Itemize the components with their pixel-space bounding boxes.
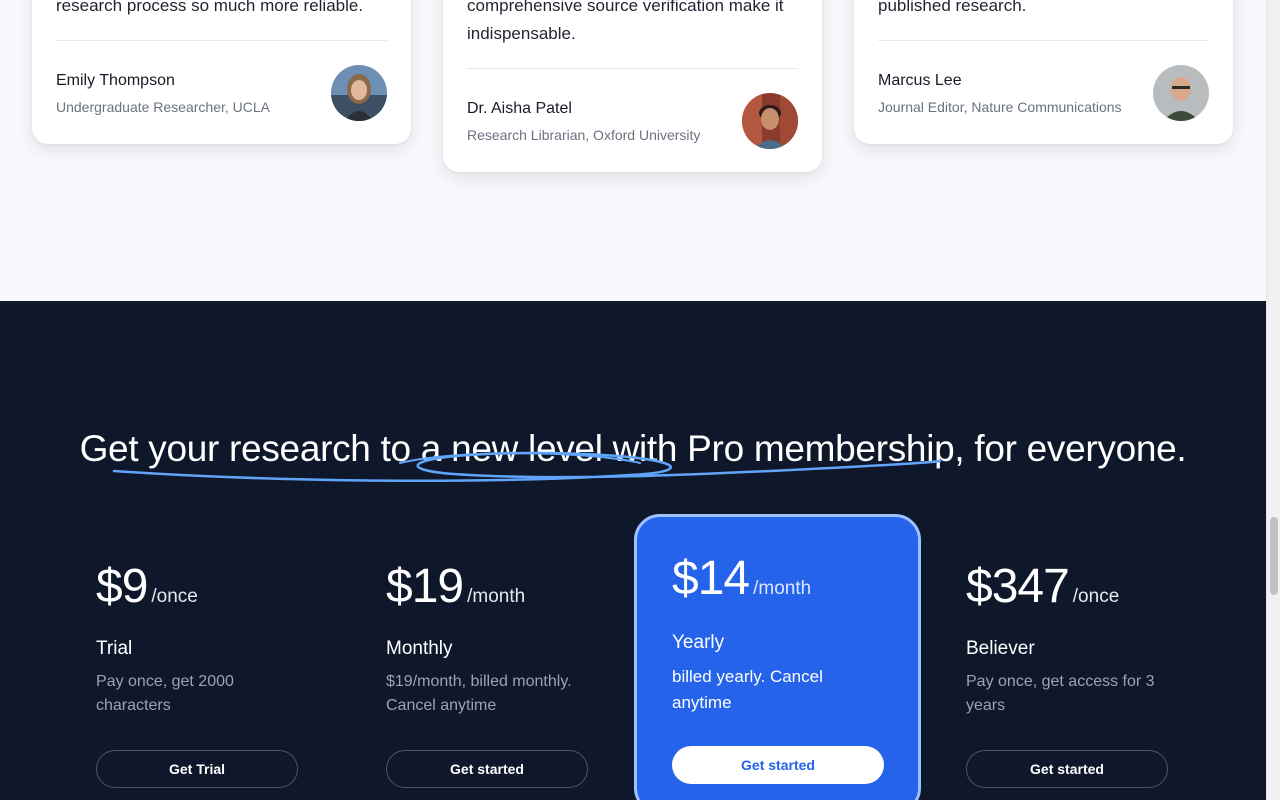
- plan-description: Pay once, get 2000 characters: [96, 673, 234, 714]
- pricing-headline-wrapper: Get your research to a new level with Pr…: [0, 428, 1266, 470]
- plan-price: $9/once: [96, 559, 198, 614]
- plan-price-amount: $19: [386, 560, 464, 613]
- testimonial-author-name: Marcus Lee: [878, 72, 962, 89]
- avatar-aisha-icon: [742, 93, 798, 149]
- plan-description: billed yearly. Cancel anytime: [672, 667, 823, 712]
- testimonial-author-role: Undergraduate Researcher, UCLA: [56, 99, 271, 115]
- avatar-emily-icon: [331, 65, 387, 121]
- testimonials-section: research process so much more reliable. …: [0, 0, 1266, 301]
- plan-price-period: /once: [151, 586, 198, 607]
- plan-price: $19/month: [386, 559, 525, 614]
- testimonial-quote: published research.: [878, 0, 1027, 15]
- plan-description: $19/month, billed monthly. Cancel anytim…: [386, 673, 572, 714]
- card-divider: [878, 40, 1209, 41]
- testimonial-quote: comprehensive source verification make i…: [467, 0, 784, 43]
- plan-name: Monthly: [386, 638, 453, 659]
- plan-price: $347/once: [966, 559, 1119, 614]
- get-started-believer-button[interactable]: Get started: [966, 750, 1168, 788]
- plan-name: Trial: [96, 638, 133, 659]
- pricing-headline: Get your research to a new level with Pr…: [79, 428, 1187, 469]
- plan-name: Yearly: [672, 632, 725, 653]
- testimonial-card-emily: research process so much more reliable. …: [32, 0, 411, 144]
- testimonial-author-name: Dr. Aisha Patel: [467, 100, 572, 117]
- get-started-monthly-button[interactable]: Get started: [386, 750, 588, 788]
- avatar-marcus-icon: [1153, 65, 1209, 121]
- card-divider: [467, 68, 798, 69]
- plan-price: $14/month: [672, 551, 811, 606]
- card-divider: [56, 40, 387, 41]
- scrollbar-thumb[interactable]: [1270, 517, 1278, 595]
- testimonial-card-aisha: comprehensive source verification make i…: [443, 0, 822, 172]
- plan-price-amount: $14: [672, 552, 750, 605]
- get-trial-button[interactable]: Get Trial: [96, 750, 298, 788]
- testimonial-quote: research process so much more reliable.: [56, 0, 364, 15]
- pricing-section: Get your research to a new level with Pr…: [0, 301, 1266, 800]
- plan-price-period: /month: [753, 578, 812, 599]
- testimonial-author-role: Journal Editor, Nature Communications: [878, 99, 1122, 115]
- plan-price-amount: $9: [96, 560, 148, 613]
- plan-price-period: /once: [1072, 586, 1120, 607]
- plan-card-yearly-featured: $14/month Yearly billed yearly. Cancel a…: [634, 514, 921, 800]
- plan-description: Pay once, get access for 3 years: [966, 673, 1155, 714]
- testimonial-author-role: Research Librarian, Oxford University: [467, 127, 701, 143]
- plan-price-period: /month: [467, 586, 526, 607]
- plan-name: Believer: [966, 638, 1035, 659]
- page-scrollbar[interactable]: [1266, 0, 1280, 800]
- get-started-yearly-button[interactable]: Get started: [672, 746, 884, 784]
- plan-price-amount: $347: [966, 560, 1070, 613]
- testimonial-card-marcus: published research. Marcus Lee Journal E…: [854, 0, 1233, 144]
- testimonial-author-name: Emily Thompson: [56, 72, 175, 89]
